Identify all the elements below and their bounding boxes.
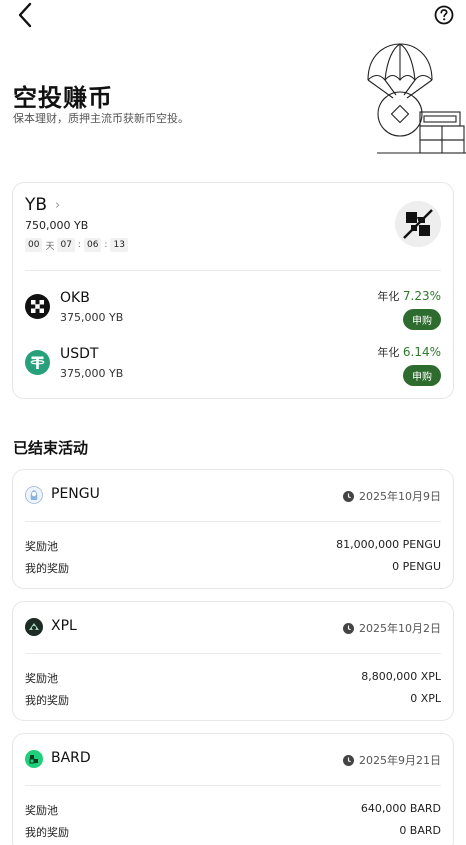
airdrop-parachute-illustration bbox=[367, 43, 466, 154]
card-divider bbox=[25, 785, 441, 786]
countdown-minutes: 06 bbox=[83, 238, 102, 252]
countdown-timer: 00 天 07 : 06 : 13 bbox=[25, 238, 128, 252]
page-subtitle: 保本理财，质押主流币获新币空投。 bbox=[13, 112, 189, 125]
clock-icon bbox=[343, 754, 354, 766]
ended-date-text: 2025年10月9日 bbox=[359, 490, 441, 503]
asset-apy: 年化 6.14% bbox=[377, 344, 441, 360]
top-bar bbox=[0, 0, 466, 30]
yb-token-logo-icon bbox=[395, 201, 441, 247]
ended-campaign-card-pengu[interactable]: PENGU 2025年10月9日 奖励池 81,000,000 PENGU 我的… bbox=[12, 469, 454, 589]
ended-section-title: 已结束活动 bbox=[13, 439, 89, 457]
reward-pool-label: 奖励池 bbox=[25, 540, 58, 553]
pengu-token-icon bbox=[25, 486, 43, 504]
asset-row-okb: OKB 375,000 YB 年化 7.23% 申购 bbox=[25, 288, 441, 330]
my-reward-value: 0 PENGU bbox=[392, 560, 441, 573]
page-title: 空投赚币 bbox=[13, 84, 113, 112]
asset-row-usdt: USDT 375,000 YB 年化 6.14% 申购 bbox=[25, 344, 441, 386]
card-divider bbox=[25, 521, 441, 522]
countdown-separator: : bbox=[77, 240, 81, 250]
my-reward-value: 0 BARD bbox=[399, 824, 441, 837]
ended-campaign-card-bard[interactable]: BARD 2025年9月21日 奖励池 640,000 BARD 我的奖励 0 … bbox=[12, 733, 454, 845]
usdt-token-icon bbox=[25, 350, 50, 375]
card-divider bbox=[25, 270, 441, 271]
ended-token-name: XPL bbox=[51, 618, 77, 634]
ended-date-text: 2025年10月2日 bbox=[359, 622, 441, 635]
bard-token-icon bbox=[25, 750, 43, 768]
ended-date: 2025年10月2日 bbox=[343, 620, 441, 636]
my-reward-label: 我的奖励 bbox=[25, 826, 69, 839]
my-reward-label: 我的奖励 bbox=[25, 562, 69, 575]
help-icon[interactable] bbox=[434, 5, 454, 25]
back-arrow-icon[interactable] bbox=[16, 2, 36, 28]
ended-token-name: PENGU bbox=[51, 486, 100, 502]
reward-pool-value: 640,000 BARD bbox=[360, 802, 441, 815]
ended-date-text: 2025年9月21日 bbox=[359, 754, 441, 767]
card-divider bbox=[25, 653, 441, 654]
apy-value: 6.14% bbox=[402, 345, 441, 359]
ended-date: 2025年10月9日 bbox=[343, 488, 441, 504]
asset-name: USDT bbox=[60, 346, 99, 362]
countdown-days: 00 bbox=[25, 238, 43, 252]
asset-apy: 年化 7.23% bbox=[377, 288, 441, 304]
apy-value: 7.23% bbox=[402, 289, 441, 303]
apy-label: 年化 bbox=[377, 346, 400, 359]
reward-pool-value: 8,800,000 XPL bbox=[361, 670, 441, 683]
ended-campaign-card-xpl[interactable]: XPL 2025年10月2日 奖励池 8,800,000 XPL 我的奖励 0 … bbox=[12, 601, 454, 721]
ended-token-name: BARD bbox=[51, 750, 91, 766]
ended-date: 2025年9月21日 bbox=[343, 752, 441, 768]
countdown-seconds: 13 bbox=[110, 238, 128, 252]
chevron-right-icon: › bbox=[55, 197, 61, 213]
reward-pool-label: 奖励池 bbox=[25, 804, 58, 817]
campaign-token-link[interactable]: YB › bbox=[25, 195, 60, 215]
countdown-separator: : bbox=[104, 240, 108, 250]
my-reward-value: 0 XPL bbox=[410, 692, 441, 705]
active-campaign-card: YB › 750,000 YB 00 天 07 : 06 : 13 OKB 37… bbox=[12, 182, 454, 399]
reward-pool-label: 奖励池 bbox=[25, 672, 58, 685]
apy-label: 年化 bbox=[377, 290, 400, 303]
clock-icon bbox=[343, 490, 354, 502]
reward-pool-value: 81,000,000 PENGU bbox=[336, 538, 441, 551]
asset-name: OKB bbox=[60, 290, 90, 306]
countdown-days-unit: 天 bbox=[45, 241, 55, 252]
clock-icon bbox=[343, 622, 354, 634]
campaign-total-amount: 750,000 YB bbox=[25, 219, 89, 232]
okb-token-icon bbox=[25, 294, 50, 319]
countdown-hours: 07 bbox=[57, 238, 75, 252]
subscribe-button-usdt[interactable]: 申购 bbox=[403, 365, 441, 386]
xpl-token-icon bbox=[25, 618, 43, 636]
my-reward-label: 我的奖励 bbox=[25, 694, 69, 707]
subscribe-button-okb[interactable]: 申购 bbox=[403, 309, 441, 330]
asset-pool-amount: 375,000 YB bbox=[60, 311, 124, 324]
campaign-token-name: YB bbox=[25, 195, 48, 215]
asset-pool-amount: 375,000 YB bbox=[60, 367, 124, 380]
